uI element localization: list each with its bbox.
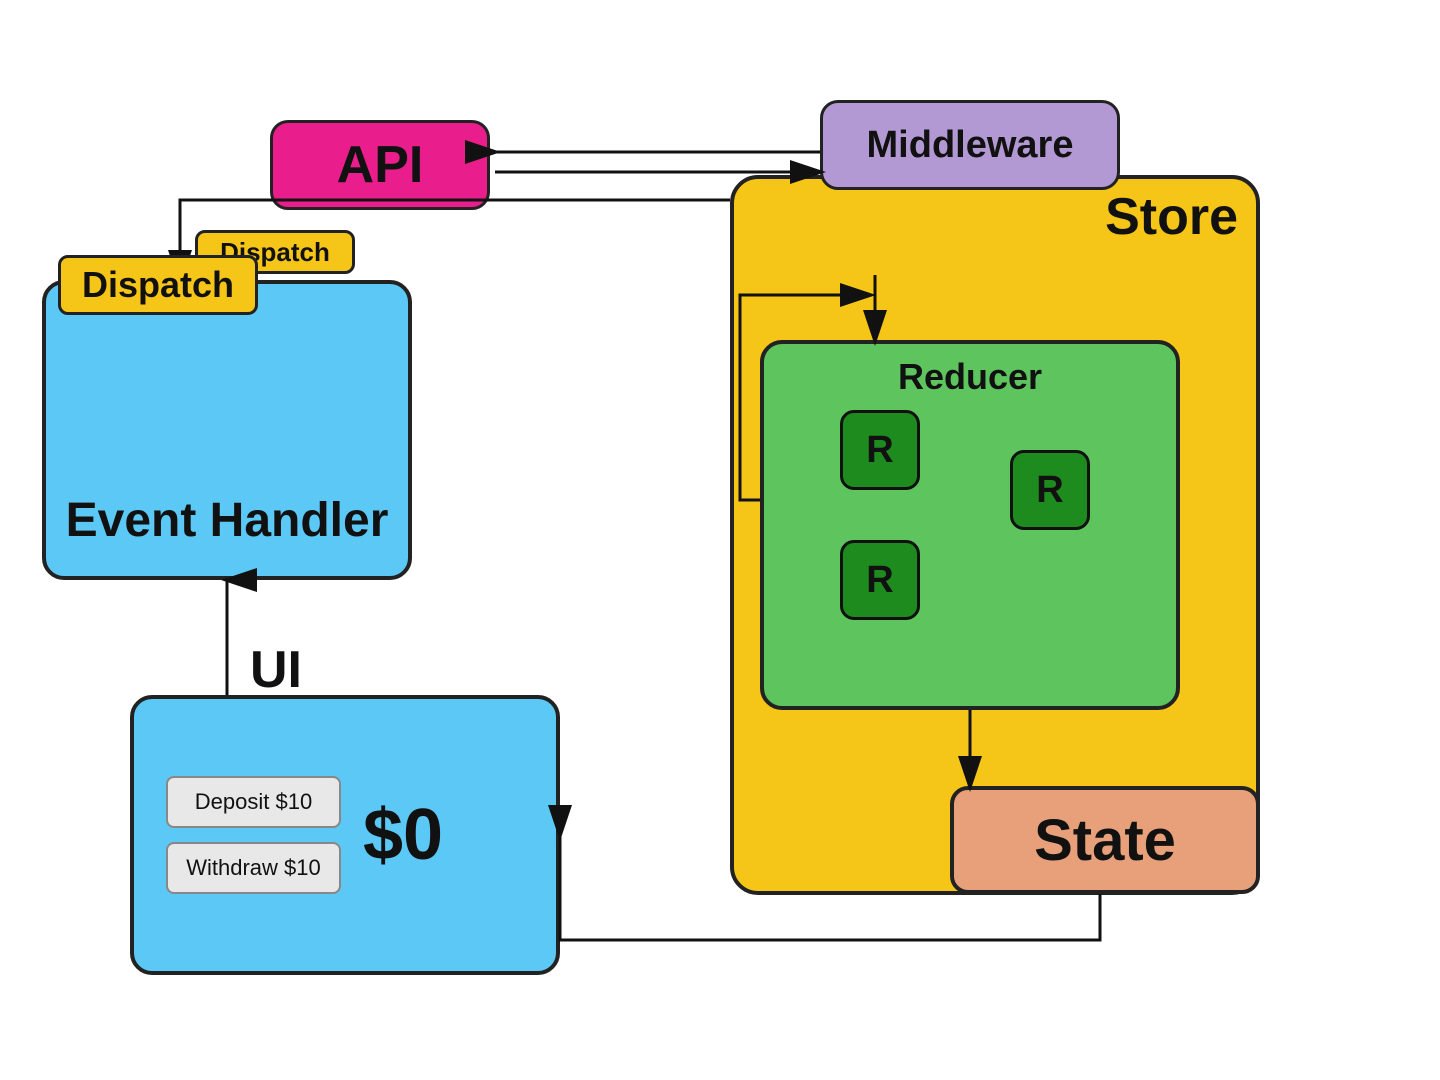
ui-buttons: Deposit $10 Withdraw $10 <box>166 776 341 894</box>
event-handler-box: Event Handler <box>42 280 412 580</box>
ui-amount: $0 <box>363 794 443 876</box>
r2-label: R <box>1036 469 1063 512</box>
middleware-box: Middleware <box>820 100 1120 190</box>
api-label: API <box>337 135 424 195</box>
eh-dispatch-label: Dispatch <box>58 255 258 315</box>
ui-section-label: UI <box>250 640 302 700</box>
state-label: State <box>1034 807 1176 874</box>
reducer-r2: R <box>1010 450 1090 530</box>
store-label: Store <box>1105 187 1238 247</box>
reducer-r1: R <box>840 410 920 490</box>
reducer-box: Reducer <box>760 340 1180 710</box>
deposit-button[interactable]: Deposit $10 <box>166 776 341 828</box>
ui-box: Deposit $10 Withdraw $10 $0 <box>130 695 560 975</box>
diagram-container: Store Reducer R R R State Middleware API… <box>0 0 1440 1080</box>
reducer-r3: R <box>840 540 920 620</box>
api-box: API <box>270 120 490 210</box>
withdraw-button[interactable]: Withdraw $10 <box>166 842 341 894</box>
r3-label: R <box>866 559 893 602</box>
r1-label: R <box>866 429 893 472</box>
state-box: State <box>950 786 1260 894</box>
middleware-label: Middleware <box>867 124 1074 167</box>
event-handler-label: Event Handler <box>66 493 389 548</box>
reducer-label: Reducer <box>898 356 1042 398</box>
